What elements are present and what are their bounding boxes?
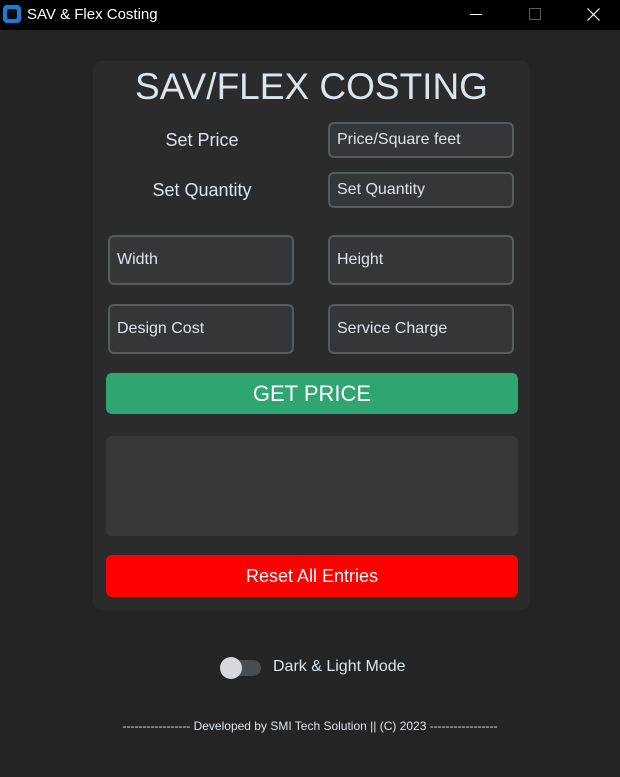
page-title: SAV/FLEX COSTING bbox=[135, 66, 488, 107]
close-button[interactable] bbox=[570, 0, 616, 30]
reset-all-entries-button[interactable]: Reset All Entries bbox=[106, 555, 518, 597]
maximize-button[interactable] bbox=[511, 0, 557, 30]
minimize-button[interactable] bbox=[453, 0, 499, 30]
close-icon bbox=[587, 8, 600, 21]
appearance-switch-label: Dark & Light Mode bbox=[273, 658, 406, 675]
price-per-square-feet-input[interactable] bbox=[328, 122, 514, 158]
set-quantity-input[interactable] bbox=[328, 172, 514, 208]
design-cost-input[interactable] bbox=[108, 304, 294, 354]
footer-credit: ----------------- Developed by SMI Tech … bbox=[122, 719, 498, 733]
width-input[interactable] bbox=[108, 235, 294, 285]
window-title: SAV & Flex Costing bbox=[27, 6, 158, 23]
switch-knob[interactable] bbox=[220, 657, 242, 679]
get-price-button[interactable]: GET PRICE bbox=[106, 373, 518, 414]
service-charge-input[interactable] bbox=[328, 304, 514, 354]
height-input[interactable] bbox=[328, 235, 514, 285]
set-quantity-label: Set Quantity bbox=[152, 180, 252, 200]
title-bar: SAV & Flex Costing bbox=[0, 0, 620, 30]
app-icon bbox=[3, 5, 21, 23]
result-box bbox=[106, 436, 518, 536]
set-price-label: Set Price bbox=[165, 130, 239, 150]
